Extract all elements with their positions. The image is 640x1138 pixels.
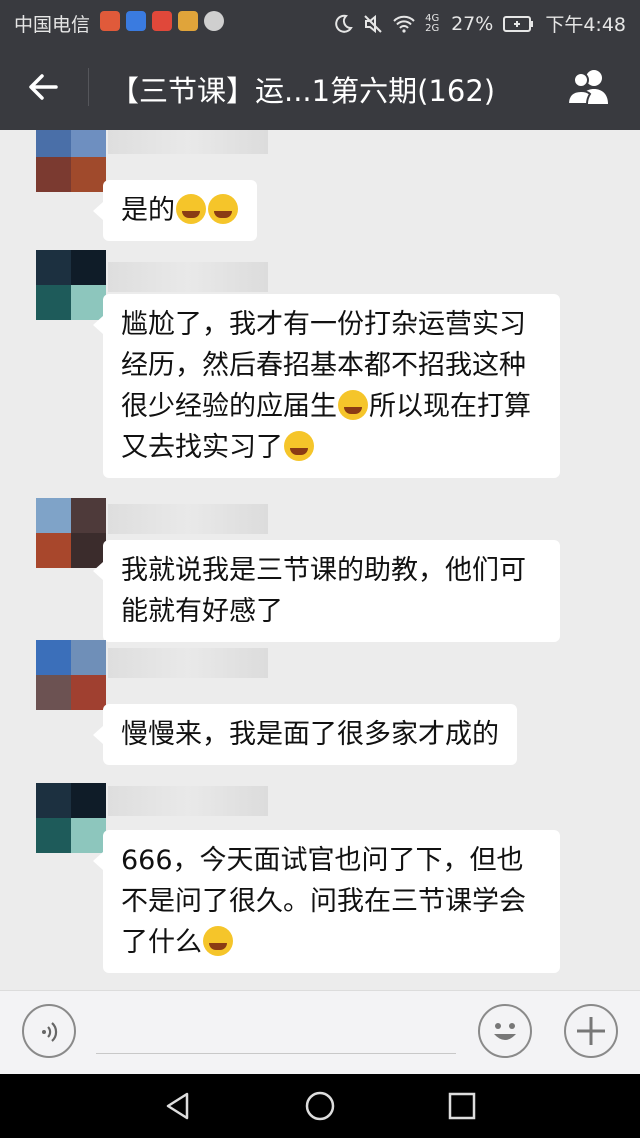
chat-title: 【三节课】运...1第六期(162) bbox=[110, 74, 496, 108]
sender-name-blurred bbox=[108, 786, 268, 816]
message-bubble[interactable]: 我就说我是三节课的助教，他们可 能就有好感了 bbox=[93, 540, 560, 642]
cry-laugh-emoji bbox=[203, 926, 233, 956]
nav-home-icon[interactable] bbox=[304, 1090, 336, 1122]
nav-recents-icon[interactable] bbox=[448, 1092, 476, 1120]
message-line: 所以现在打算 bbox=[369, 391, 531, 422]
cry-laugh-emoji bbox=[208, 194, 238, 224]
header-divider bbox=[88, 68, 89, 106]
moon-icon bbox=[335, 14, 353, 33]
input-bar bbox=[0, 990, 640, 1075]
avatar[interactable] bbox=[36, 640, 106, 710]
message-bubble[interactable]: 666，今天面试官也问了下，但也 不是问了很久。问我在三节课学会 了什么 bbox=[93, 830, 560, 973]
cry-laugh-emoji bbox=[338, 390, 368, 420]
cry-laugh-emoji bbox=[176, 194, 206, 224]
message-text: 是的 bbox=[121, 195, 175, 226]
message-line: 能就有好感了 bbox=[121, 596, 283, 627]
baidu-app-icon bbox=[126, 11, 146, 31]
message-line: 又去找实习了 bbox=[121, 432, 283, 463]
clock: 下午4:48 bbox=[545, 14, 626, 36]
message-line: 了什么 bbox=[121, 927, 202, 958]
wifi-icon bbox=[393, 15, 415, 33]
avatar[interactable] bbox=[36, 783, 106, 853]
message-input[interactable] bbox=[96, 1053, 456, 1054]
cloud-icon bbox=[204, 11, 224, 31]
emoji-button[interactable] bbox=[478, 1004, 532, 1058]
carrier-label: 中国电信 bbox=[14, 14, 91, 36]
avatar[interactable] bbox=[36, 250, 106, 320]
chat-header: 【三节课】运...1第六期(162) bbox=[0, 44, 640, 130]
weibo-app-icon bbox=[178, 11, 198, 31]
back-arrow-icon[interactable] bbox=[22, 66, 64, 108]
group-members-icon[interactable] bbox=[564, 66, 616, 108]
message-line: 很少经验的应届生 bbox=[121, 391, 337, 422]
message-list[interactable]: 是的 尴尬了，我才有一份打杂运营实习 经历，然后春招基本都不招我这种 很少经验的… bbox=[0, 130, 640, 990]
nav-back-icon[interactable] bbox=[163, 1091, 193, 1121]
message-text: 慢慢来，我是面了很多家才成的 bbox=[121, 719, 499, 750]
message-bubble[interactable]: 慢慢来，我是面了很多家才成的 bbox=[93, 704, 517, 765]
map-app-icon bbox=[100, 11, 120, 31]
status-bar: 中国电信 4G 2G 27% 下午4:48 bbox=[0, 0, 640, 44]
message-bubble[interactable]: 尴尬了，我才有一份打杂运营实习 经历，然后春招基本都不招我这种 很少经验的应届生… bbox=[93, 294, 560, 478]
emoji-icon bbox=[494, 1023, 516, 1040]
message-bubble[interactable]: 是的 bbox=[93, 180, 257, 241]
battery-percent: 27% bbox=[451, 12, 494, 35]
status-right: 4G 2G 27% 下午4:48 bbox=[333, 10, 626, 37]
network-label: 4G 2G bbox=[425, 12, 440, 34]
message-line: 不是问了很久。问我在三节课学会 bbox=[121, 886, 526, 917]
message-line: 经历，然后春招基本都不招我这种 bbox=[121, 350, 526, 381]
notification-icons bbox=[100, 11, 224, 31]
sender-name-blurred bbox=[108, 504, 268, 534]
sender-name-blurred bbox=[108, 648, 268, 678]
video-app-icon bbox=[152, 11, 172, 31]
mute-icon bbox=[364, 14, 382, 33]
avatar[interactable] bbox=[36, 498, 106, 568]
voice-button[interactable] bbox=[22, 1004, 76, 1058]
voice-icon bbox=[42, 1022, 58, 1042]
system-nav-bar bbox=[0, 1074, 640, 1138]
cry-laugh-emoji bbox=[284, 431, 314, 461]
sender-name-blurred bbox=[108, 130, 268, 154]
message-line: 666，今天面试官也问了下，但也 bbox=[121, 845, 524, 876]
avatar[interactable] bbox=[36, 130, 106, 192]
sender-name-blurred bbox=[108, 262, 268, 292]
plus-icon bbox=[577, 1017, 605, 1045]
more-button[interactable] bbox=[564, 1004, 618, 1058]
message-line: 我就说我是三节课的助教，他们可 bbox=[121, 555, 526, 586]
battery-icon bbox=[503, 15, 534, 32]
message-line: 尴尬了，我才有一份打杂运营实习 bbox=[121, 309, 526, 340]
